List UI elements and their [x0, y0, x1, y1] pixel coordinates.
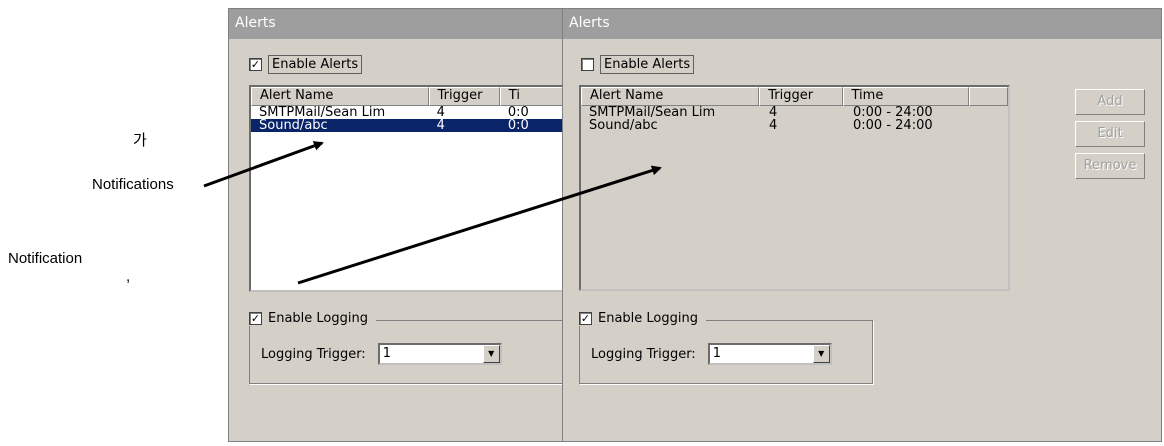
list-item[interactable]: Sound/abc 4 0:00 - 24:00 — [581, 119, 1008, 132]
trigger-cell: 4 — [769, 106, 778, 119]
alert-name-cell: Sound/abc — [589, 119, 658, 132]
enable-logging-label: Enable Logging — [268, 311, 368, 326]
list-item-selected[interactable]: Sound/abc 4 0:0 — [251, 119, 567, 132]
enable-logging-checkbox[interactable]: ✓ Enable Logging — [249, 311, 376, 326]
logging-trigger-label: Logging Trigger: — [261, 346, 366, 362]
logging-trigger-select[interactable]: 1 ▼ — [377, 343, 502, 365]
annotation-notification: Notification — [8, 250, 83, 267]
time-cell: 0:0 — [507, 106, 529, 119]
add-button[interactable]: Add — [1075, 89, 1145, 115]
column-header-time[interactable]: Ti — [499, 87, 567, 106]
enable-logging-checkbox[interactable]: ✓ Enable Logging — [579, 311, 706, 326]
column-header-time[interactable]: Time — [842, 87, 970, 106]
enable-logging-label: Enable Logging — [598, 311, 698, 326]
trigger-cell: 4 — [436, 106, 445, 119]
trigger-cell: 4 — [436, 119, 445, 132]
enable-alerts-checkbox[interactable]: Enable Alerts — [581, 55, 695, 74]
column-header-alert-name[interactable]: Alert Name — [251, 87, 429, 106]
time-cell: 0:00 - 24:00 — [853, 106, 933, 119]
enable-alerts-label: Enable Alerts — [268, 55, 363, 74]
list-item[interactable]: SMTPMail/Sean Lim 4 0:00 - 24:00 — [581, 106, 1008, 119]
trigger-cell: 4 — [769, 119, 778, 132]
alerts-list[interactable]: Alert Name Trigger Time SMTPMail/Sean Li… — [579, 85, 1010, 291]
annotation-ga: 가 — [133, 132, 147, 149]
list-header: Alert Name Trigger Time — [581, 87, 1008, 106]
logging-trigger-select[interactable]: 1 ▼ — [707, 343, 832, 365]
chevron-down-icon[interactable]: ▼ — [482, 345, 500, 363]
column-header-extra[interactable] — [969, 87, 1008, 106]
annotation-comma: , — [126, 268, 131, 285]
list-item[interactable]: SMTPMail/Sean Lim 4 0:0 — [251, 106, 567, 119]
time-cell: 0:00 - 24:00 — [853, 119, 933, 132]
time-cell: 0:0 — [507, 119, 529, 132]
checkbox-box[interactable] — [581, 58, 594, 71]
annotation-notifications: Notifications — [92, 176, 174, 193]
list-header: Alert Name Trigger Ti — [251, 87, 567, 106]
dialog-title: Alerts — [563, 9, 1161, 39]
dialog-title: Alerts — [229, 9, 563, 39]
alert-name-cell: SMTPMail/Sean Lim — [589, 106, 716, 119]
checkbox-box[interactable]: ✓ — [579, 312, 592, 325]
chevron-down-icon[interactable]: ▼ — [812, 345, 830, 363]
alerts-dialog-right: Alerts Enable Alerts Alert Name Trigger … — [562, 8, 1162, 442]
checkbox-box[interactable]: ✓ — [249, 312, 262, 325]
enable-alerts-checkbox[interactable]: ✓ Enable Alerts — [249, 55, 363, 74]
logging-trigger-label: Logging Trigger: — [591, 346, 696, 362]
edit-button[interactable]: Edit — [1075, 121, 1145, 147]
remove-button[interactable]: Remove — [1075, 153, 1145, 179]
column-header-trigger[interactable]: Trigger — [759, 87, 843, 106]
logging-trigger-row: Logging Trigger: 1 ▼ — [261, 343, 502, 365]
checkbox-box[interactable]: ✓ — [249, 58, 262, 71]
column-header-trigger[interactable]: Trigger — [428, 87, 500, 106]
alert-name-cell: Sound/abc — [259, 119, 328, 132]
alert-name-cell: SMTPMail/Sean Lim — [259, 106, 386, 119]
logging-trigger-row: Logging Trigger: 1 ▼ — [591, 343, 832, 365]
enable-alerts-label: Enable Alerts — [600, 55, 695, 74]
alerts-dialog-left: Alerts ✓ Enable Alerts Alert Name Trigge… — [228, 8, 569, 442]
logging-trigger-value: 1 — [382, 346, 391, 361]
logging-trigger-value: 1 — [712, 346, 721, 361]
column-header-alert-name[interactable]: Alert Name — [581, 87, 760, 106]
alerts-list[interactable]: Alert Name Trigger Ti SMTPMail/Sean Lim … — [249, 85, 569, 292]
